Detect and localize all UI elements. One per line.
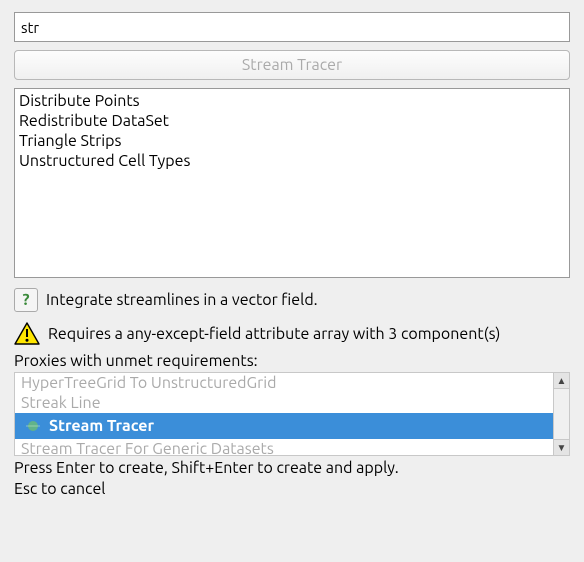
warning-row: Requires a any-except-field attribute ar…: [14, 322, 570, 346]
hint-line: Esc to cancel: [14, 479, 570, 500]
unmet-item[interactable]: HyperTreeGrid To UnstructuredGrid: [15, 373, 553, 393]
scroll-up-button[interactable]: ▲: [554, 373, 569, 389]
create-filter-button[interactable]: Stream Tracer: [14, 50, 570, 80]
source-icon: [25, 418, 41, 434]
list-item[interactable]: Distribute Points: [19, 91, 565, 111]
help-icon: ?: [14, 288, 38, 312]
results-list[interactable]: Distribute Points Redistribute DataSet T…: [14, 88, 570, 278]
hint-line: Press Enter to create, Shift+Enter to cr…: [14, 458, 570, 479]
unmet-item[interactable]: Streak Line: [15, 393, 553, 413]
info-text: Integrate streamlines in a vector field.: [46, 291, 318, 309]
scroll-down-button[interactable]: ▼: [554, 439, 569, 455]
unmet-item[interactable]: Stream Tracer For Generic Datasets: [15, 439, 553, 455]
search-input[interactable]: [14, 12, 570, 42]
unmet-item-selected[interactable]: Stream Tracer: [15, 413, 553, 439]
scrollbar[interactable]: ▲ ▼: [553, 373, 570, 455]
warning-icon: [14, 322, 40, 346]
list-item[interactable]: Redistribute DataSet: [19, 111, 565, 131]
list-item[interactable]: Triangle Strips: [19, 131, 565, 151]
filter-search-dialog: Stream Tracer Distribute Points Redistri…: [0, 0, 584, 562]
unmet-item-label: Stream Tracer: [49, 416, 154, 436]
unmet-list[interactable]: HyperTreeGrid To UnstructuredGrid Streak…: [14, 372, 570, 456]
info-row: ? Integrate streamlines in a vector fiel…: [14, 288, 570, 312]
unmet-label: Proxies with unmet requirements:: [14, 352, 570, 370]
keyboard-hint: Press Enter to create, Shift+Enter to cr…: [14, 458, 570, 500]
list-item[interactable]: Unstructured Cell Types: [19, 151, 565, 171]
warning-text: Requires a any-except-field attribute ar…: [48, 325, 500, 343]
